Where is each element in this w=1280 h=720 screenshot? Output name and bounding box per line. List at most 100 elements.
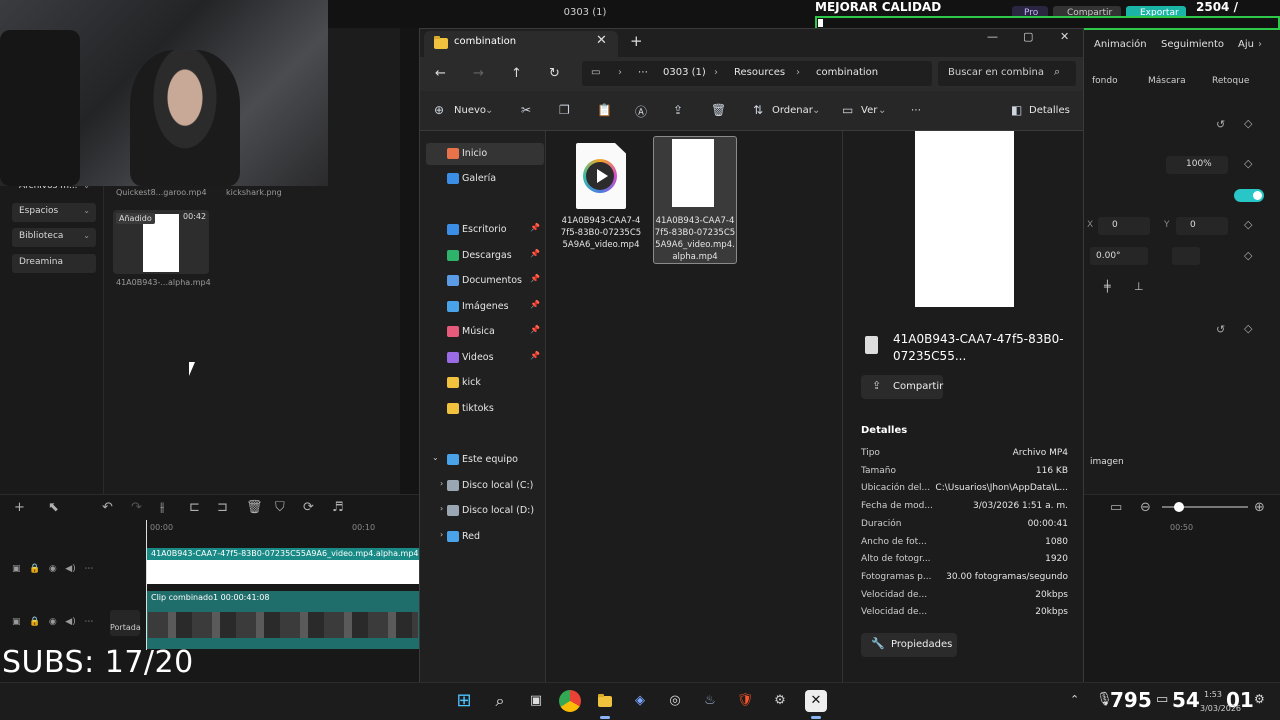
chevron-down-icon[interactable]: ⌄ xyxy=(485,105,493,116)
windows-start-icon[interactable]: ⊞ xyxy=(453,690,475,712)
view-button[interactable]: Ver xyxy=(861,105,877,116)
trim-left-icon[interactable]: ⊏ xyxy=(189,500,200,515)
nav-item[interactable]: › Disco local (D:) xyxy=(426,500,544,522)
chevron-right-icon[interactable]: › xyxy=(440,479,443,488)
chevron-down-icon[interactable]: ⌄ xyxy=(432,453,439,462)
clock-time[interactable]: 1:53 xyxy=(1204,690,1222,699)
close-tab-icon[interactable]: ✕ xyxy=(596,33,607,48)
keyframe-icon[interactable]: ◇ xyxy=(1244,218,1252,231)
nav-item[interactable]: Escritorio 📌 xyxy=(426,219,544,241)
back-icon[interactable]: ← xyxy=(435,66,446,81)
nav-item[interactable]: › Red xyxy=(426,526,544,548)
copy-icon[interactable]: ❐ xyxy=(559,103,570,117)
notifications-icon[interactable]: ⚙ xyxy=(1254,692,1265,706)
tray-chevron-up-icon[interactable]: ⌃ xyxy=(1070,693,1079,706)
nav-item[interactable]: Descargas 📌 xyxy=(426,245,544,267)
keyframe-icon[interactable]: ◇ xyxy=(1244,157,1252,170)
more-icon[interactable]: ⋯ xyxy=(911,105,921,116)
position-x-field[interactable] xyxy=(1098,217,1150,235)
paste-icon[interactable]: 📋 xyxy=(597,103,612,117)
chevron-right-icon[interactable]: › xyxy=(440,530,443,539)
nav-item[interactable]: Videos 📌 xyxy=(426,347,544,369)
uniform-scale-toggle[interactable] xyxy=(1234,189,1264,202)
forward-icon[interactable]: → xyxy=(473,66,484,81)
sidebar-item-espacios[interactable]: Espacios ⌄ xyxy=(12,203,96,222)
breadcrumb-item[interactable]: 0303 (1) xyxy=(663,67,706,78)
file-explorer-icon[interactable] xyxy=(594,690,616,712)
align-icon[interactable]: ╪ xyxy=(1104,280,1111,293)
zoom-in-icon[interactable]: ⊕ xyxy=(1254,500,1265,515)
track-controls[interactable]: ▣ 🔒 ◉ ◀) ⋯ xyxy=(12,564,93,574)
tab-animacion[interactable]: Animación xyxy=(1094,39,1147,50)
delete-icon[interactable]: 🗑 xyxy=(711,103,726,117)
nav-item[interactable]: Documentos 📌 xyxy=(426,270,544,292)
chrome-icon[interactable] xyxy=(559,690,581,712)
brave-icon[interactable]: 🛡 xyxy=(734,690,756,712)
nav-item[interactable]: Imágenes 📌 xyxy=(426,296,544,318)
close-window-icon[interactable]: ✕ xyxy=(1060,30,1069,43)
flip-button[interactable] xyxy=(1172,247,1200,265)
cut-icon[interactable]: ✂ xyxy=(521,103,531,117)
discord-icon[interactable]: ◎ xyxy=(664,690,686,712)
breadcrumb-item[interactable]: Resources xyxy=(734,67,785,78)
view-icon[interactable]: ▭ xyxy=(842,103,853,117)
new-button[interactable]: Nuevo xyxy=(454,105,486,116)
details-button[interactable]: Detalles xyxy=(1029,105,1070,116)
settings-icon[interactable]: ⚙ xyxy=(769,690,791,712)
refresh-icon[interactable]: ↻ xyxy=(549,66,560,81)
nav-item[interactable]: kick xyxy=(426,372,544,394)
new-icon[interactable]: ⊕ xyxy=(434,103,444,117)
sidebar-item-dreamina[interactable]: Dreamina xyxy=(12,254,96,273)
trim-right-icon[interactable]: ⊐ xyxy=(217,500,228,515)
undo-icon[interactable]: ↶ xyxy=(102,500,113,515)
keyframe-icon[interactable]: ◇ xyxy=(1244,117,1252,130)
zoom-slider-handle[interactable] xyxy=(1174,502,1184,512)
delete-icon[interactable]: 🗑 xyxy=(246,500,263,515)
subtab-mascara[interactable]: Máscara xyxy=(1148,76,1186,86)
sort-icon[interactable]: ⇅ xyxy=(753,103,763,117)
tab-seguimiento[interactable]: Seguimiento xyxy=(1161,39,1224,50)
clock-date[interactable]: 3/03/2026 xyxy=(1200,704,1241,713)
keyframe-icon[interactable]: ◇ xyxy=(1244,249,1252,262)
nav-item[interactable]: Música 📌 xyxy=(426,321,544,343)
subtab-fondo[interactable]: fondo xyxy=(1092,76,1118,86)
monitor-icon[interactable]: ▭ xyxy=(1156,692,1168,707)
chevron-down-icon[interactable]: ⌄ xyxy=(878,105,886,116)
crop-icon[interactable]: ⟳ xyxy=(303,500,314,515)
screen-icon[interactable]: ▭ xyxy=(1110,500,1122,515)
position-y-field[interactable] xyxy=(1176,217,1228,235)
chevron-right-icon[interactable]: › xyxy=(440,504,443,513)
chevron-down-icon[interactable]: ⌄ xyxy=(812,105,820,116)
align-bottom-icon[interactable]: ⊥ xyxy=(1134,280,1144,293)
share-icon[interactable]: ⇪ xyxy=(673,103,683,117)
zoom-out-icon[interactable]: ⊖ xyxy=(1140,500,1151,515)
rename-icon[interactable]: Ⓐ xyxy=(635,103,647,120)
task-view-icon[interactable]: ▣ xyxy=(525,690,547,712)
maximize-icon[interactable]: ▢ xyxy=(1023,30,1033,43)
capcut-icon[interactable]: ✕ xyxy=(805,690,827,712)
sort-button[interactable]: Ordenar xyxy=(772,105,813,116)
breadcrumb-item[interactable]: combination xyxy=(816,67,878,78)
split-icon[interactable]: ⫲ xyxy=(160,500,164,515)
reset-icon[interactable]: ↺ xyxy=(1216,323,1225,336)
app-icon[interactable]: ◈ xyxy=(629,690,651,712)
playhead[interactable] xyxy=(146,520,147,650)
breadcrumb-more[interactable]: ⋯ xyxy=(638,67,648,78)
subtab-retoque[interactable]: Retoque xyxy=(1212,76,1249,86)
sidebar-item-biblioteca[interactable]: Biblioteca ⌄ xyxy=(12,228,96,247)
minimize-icon[interactable]: — xyxy=(987,30,998,43)
redo-icon[interactable]: ↷ xyxy=(131,500,142,515)
select-icon[interactable]: ⬉ xyxy=(48,500,59,515)
nav-item[interactable]: Galería xyxy=(426,168,544,190)
chevron-right-icon[interactable]: › xyxy=(1258,39,1262,50)
audio-icon[interactable]: ♬ xyxy=(332,500,344,515)
steam-icon[interactable]: ♨ xyxy=(699,690,721,712)
new-tab-icon[interactable]: + xyxy=(630,32,643,50)
nav-item[interactable]: Inicio xyxy=(426,143,544,165)
details-pane-icon[interactable]: ◧ xyxy=(1011,103,1022,117)
keyframe-icon[interactable]: ◇ xyxy=(1244,322,1252,335)
track-controls[interactable]: ▣ 🔒 ◉ ◀) ⋯ xyxy=(12,617,93,627)
tab-ajuste[interactable]: Aju xyxy=(1238,39,1254,50)
shield-icon[interactable]: ⛉ xyxy=(275,500,285,515)
reset-icon[interactable]: ↺ xyxy=(1216,118,1225,131)
